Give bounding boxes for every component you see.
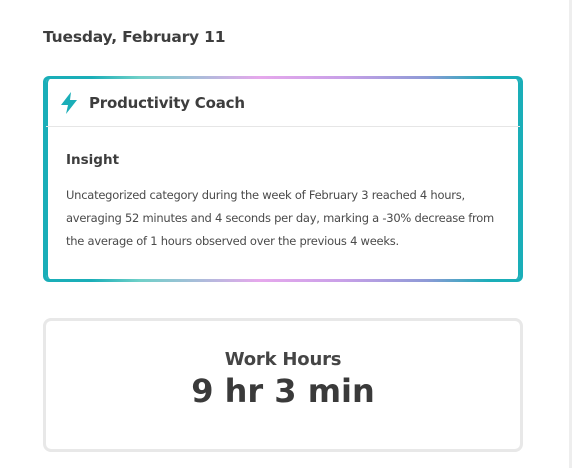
lightning-bolt-icon: [58, 91, 80, 115]
work-hours-value: 9 hr 3 min: [191, 372, 375, 410]
insight-text: Uncategorized category during the week o…: [66, 188, 495, 248]
insight-heading: Insight: [66, 152, 120, 168]
coach-title: Productivity Coach: [89, 93, 245, 112]
coach-header: Productivity Coach: [46, 79, 520, 127]
date-heading: Tuesday, February 11: [43, 28, 226, 46]
productivity-coach-card-body: Productivity Coach Insight Uncategorized…: [46, 79, 520, 279]
productivity-coach-card: Productivity Coach Insight Uncategorized…: [43, 76, 523, 282]
work-hours-card[interactable]: Work Hours 9 hr 3 min: [43, 318, 523, 452]
work-hours-label: Work Hours: [224, 349, 342, 370]
